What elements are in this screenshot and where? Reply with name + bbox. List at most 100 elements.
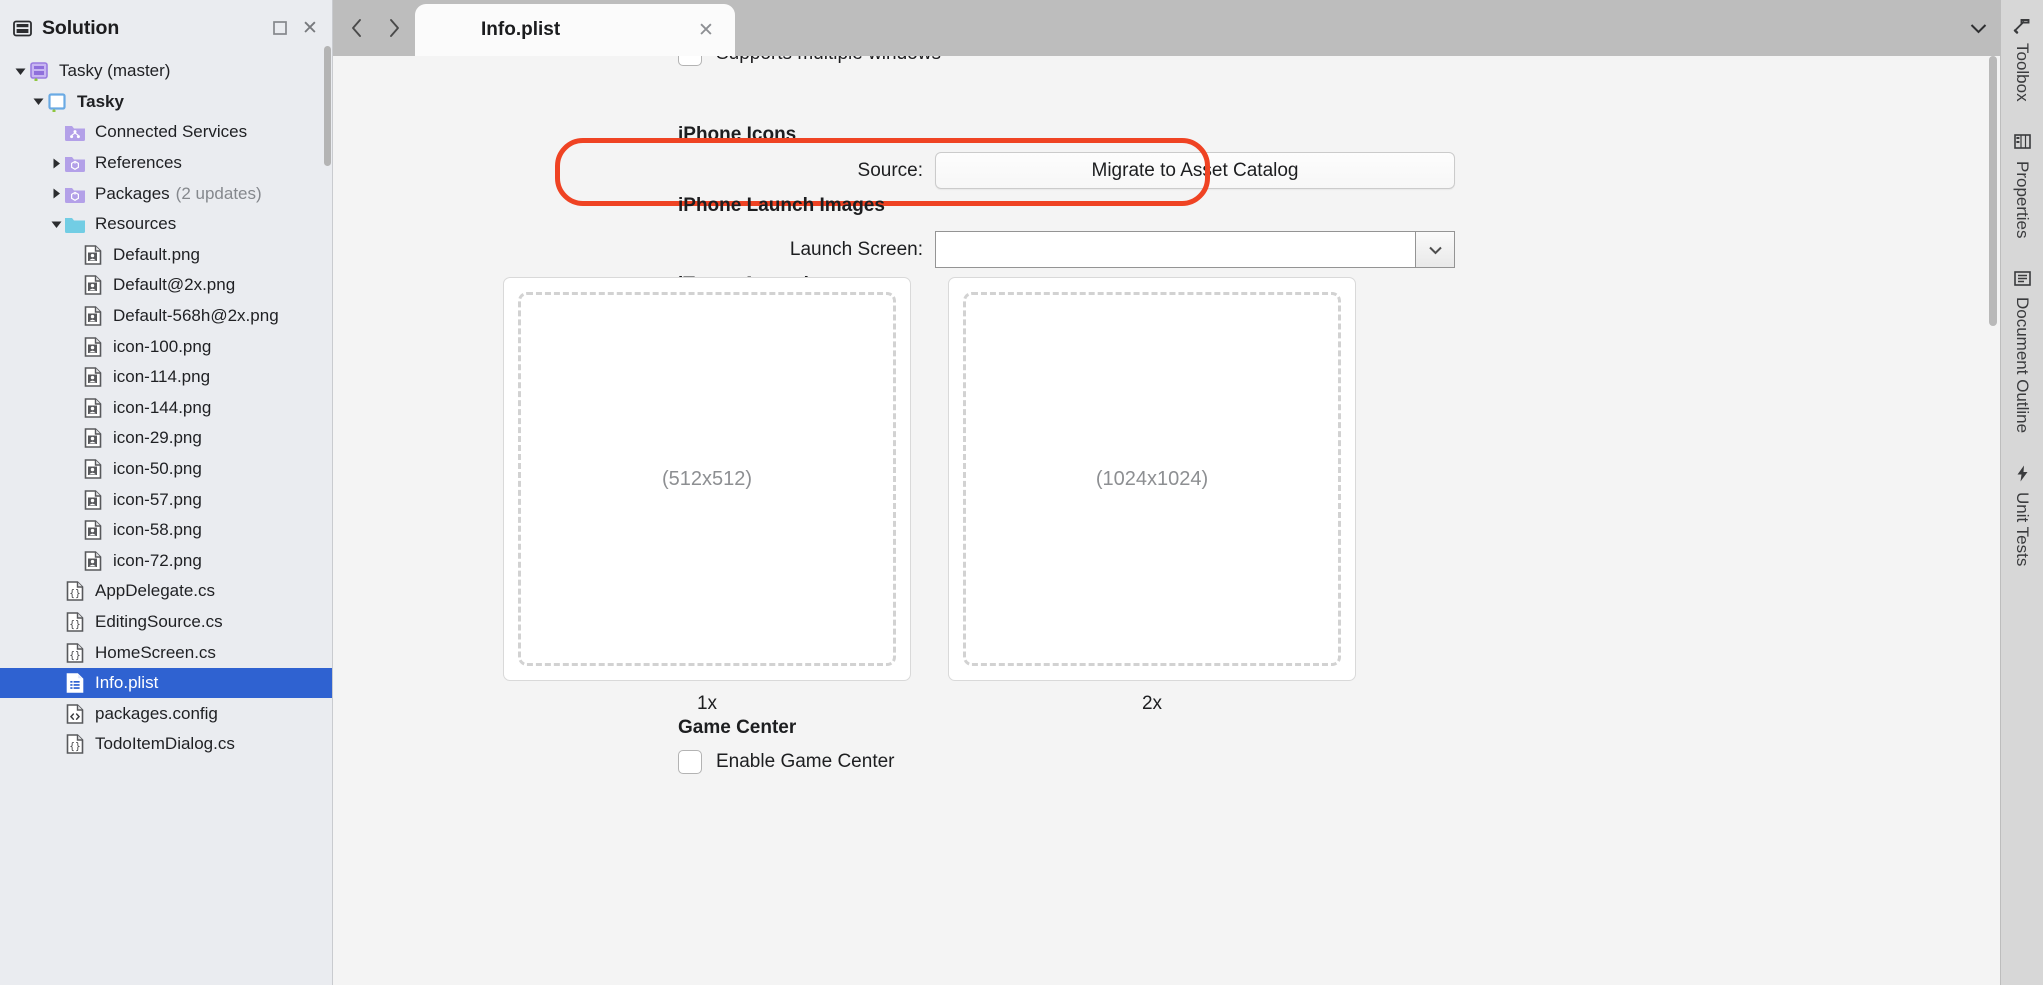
tree-row-label: Tasky (master) <box>59 61 171 81</box>
itunes-artwork-dropzone-1x[interactable]: (512x512) <box>503 277 911 681</box>
chevron-right-icon[interactable] <box>379 13 409 43</box>
tree-row[interactable]: icon-144.png <box>0 393 332 424</box>
supports-multiple-windows-checkbox[interactable] <box>678 56 702 66</box>
svg-text:{}: {} <box>69 589 80 600</box>
tree-row[interactable]: Default.png <box>0 240 332 271</box>
source-migrate-to-asset-catalog-row: Source: Migrate to Asset Catalog <box>678 152 1538 189</box>
chevron-left-icon[interactable] <box>341 13 371 43</box>
chevron-right-icon[interactable] <box>49 157 64 170</box>
svg-text:{}: {} <box>69 619 80 630</box>
rail-item-properties[interactable]: Properties <box>2012 132 2032 238</box>
enable-game-center-label: Enable Game Center <box>716 751 895 772</box>
tree-row[interactable]: Packages (2 updates) <box>0 178 332 209</box>
dropzone-placeholder: (1024x1024) <box>1095 467 1209 490</box>
tree-row[interactable]: icon-57.png <box>0 484 332 515</box>
tree-row[interactable]: Resources <box>0 209 332 240</box>
tree-row[interactable]: Connected Services <box>0 117 332 148</box>
xml-file-icon <box>64 703 86 725</box>
tree-row[interactable]: icon-100.png <box>0 331 332 362</box>
tree-row-label: Default.png <box>113 244 200 264</box>
dropzone-dashed-border: (512x512) <box>518 292 896 666</box>
tree-row-label: References <box>95 153 182 173</box>
migrate-to-asset-catalog-button[interactable]: Migrate to Asset Catalog <box>935 152 1455 189</box>
csharp-file-icon: {} <box>64 642 86 664</box>
scale-label-2x: 2x <box>1141 693 1163 714</box>
csharp-file-icon: {} <box>64 611 86 633</box>
chevron-down-icon[interactable] <box>1415 231 1455 268</box>
rail-item-label: Document Outline <box>2013 297 2032 434</box>
tree-row[interactable]: Tasky <box>0 87 332 118</box>
tree-row[interactable]: icon-72.png <box>0 546 332 577</box>
navigation-buttons <box>333 0 409 56</box>
enable-game-center-row: Enable Game Center <box>678 750 895 774</box>
chevron-right-icon[interactable] <box>49 187 64 200</box>
tree-row-label: Connected Services <box>95 122 248 142</box>
tree-row-label: AppDelegate.cs <box>95 581 216 601</box>
tree-row[interactable]: icon-29.png <box>0 423 332 454</box>
itunes-artwork-dropzone-2x[interactable]: (1024x1024) <box>948 277 1356 681</box>
chevron-down-icon[interactable] <box>1956 0 2000 56</box>
tab-label: Info.plist <box>481 19 561 40</box>
close-icon[interactable]: ✕ <box>300 18 320 38</box>
tab-info-plist[interactable]: Info.plist ✕ <box>415 4 735 56</box>
tree-row[interactable]: {} EditingSource.cs <box>0 607 332 638</box>
pin-icon[interactable] <box>270 18 290 38</box>
solution-pad-header: Solution ✕ <box>0 0 332 56</box>
source-label: Source: <box>857 159 923 181</box>
plist-file-icon <box>64 672 86 694</box>
image-file-icon <box>82 274 104 296</box>
editor-scrollbar[interactable] <box>1989 56 1997 326</box>
dropzone-dashed-border: (1024x1024) <box>963 292 1341 666</box>
rail-item-document-outline[interactable]: Document Outline <box>2012 268 2032 433</box>
solution-pad: Solution ✕ Tasky (master) Tasky Connecte… <box>0 0 333 985</box>
solution-tree[interactable]: Tasky (master) Tasky Connected Services … <box>0 56 332 985</box>
tree-row-label: icon-72.png <box>113 550 202 570</box>
tree-row-badge: (2 updates) <box>175 183 262 203</box>
chevron-down-icon[interactable] <box>31 95 46 108</box>
tree-row[interactable]: icon-58.png <box>0 515 332 546</box>
image-file-icon <box>82 427 104 449</box>
chevron-down-icon[interactable] <box>13 65 28 78</box>
tree-row[interactable]: Info.plist <box>0 667 332 699</box>
tree-row[interactable]: References <box>0 148 332 179</box>
clipped-row: Supports multiple windows <box>333 56 2000 78</box>
section-heading-iphone-icons: iPhone Icons <box>678 124 797 145</box>
rail-item-unit-tests[interactable]: Unit Tests <box>2012 463 2032 567</box>
toolbox-hammer-icon <box>2012 14 2032 34</box>
svg-text:{}: {} <box>69 650 80 661</box>
section-heading-iphone-launch-images: iPhone Launch Images <box>678 195 885 216</box>
launch-screen-combobox[interactable] <box>935 231 1455 268</box>
image-file-icon <box>82 336 104 358</box>
rail-item-toolbox[interactable]: Toolbox <box>2012 14 2032 102</box>
image-file-icon <box>82 458 104 480</box>
rail-item-label: Properties <box>2013 160 2032 239</box>
scale-label-1x: 1x <box>696 693 718 714</box>
unit-tests-bolt-icon <box>2012 463 2032 483</box>
tree-row[interactable]: {} AppDelegate.cs <box>0 576 332 607</box>
properties-grid-icon <box>2012 132 2032 152</box>
enable-game-center-checkbox[interactable] <box>678 750 702 774</box>
tree-row-label: packages.config <box>95 703 218 723</box>
tree-row[interactable]: Default@2x.png <box>0 270 332 301</box>
chevron-down-icon[interactable] <box>49 218 64 231</box>
solution-pad-scrollbar[interactable] <box>324 46 331 166</box>
tree-row[interactable]: Tasky (master) <box>0 56 332 87</box>
image-file-icon <box>82 489 104 511</box>
tree-row[interactable]: icon-114.png <box>0 362 332 393</box>
folder-package-icon <box>64 183 86 205</box>
tree-row[interactable]: {} HomeScreen.cs <box>0 637 332 668</box>
tree-row[interactable]: {} TodoItemDialog.cs <box>0 729 332 760</box>
tree-row-label: icon-50.png <box>113 459 202 479</box>
folder-services-icon <box>64 121 86 143</box>
image-file-icon <box>82 397 104 419</box>
solution-file-icon <box>28 60 50 82</box>
launch-screen-label: Launch Screen: <box>789 238 923 260</box>
launch-screen-input[interactable] <box>935 231 1415 268</box>
tree-row[interactable]: packages.config <box>0 698 332 729</box>
solution-icon <box>13 19 32 38</box>
image-file-icon <box>82 244 104 266</box>
tree-row-label: Default@2x.png <box>113 275 236 295</box>
close-icon[interactable]: ✕ <box>693 17 719 43</box>
tree-row[interactable]: icon-50.png <box>0 454 332 485</box>
tree-row[interactable]: Default-568h@2x.png <box>0 301 332 332</box>
